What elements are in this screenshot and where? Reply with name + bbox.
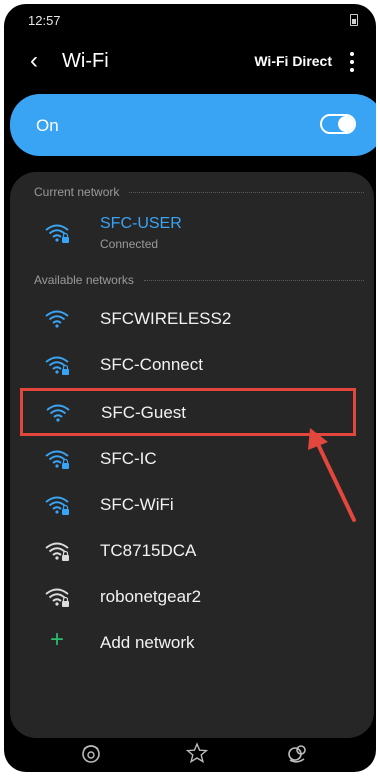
network-name: SFCWIRELESS2: [100, 309, 232, 328]
wifi-lock-icon: [45, 450, 69, 469]
network-name: robonetgear2: [100, 587, 202, 606]
network-name: SFC-Guest: [101, 403, 187, 422]
phone-screen: 12:57 ‹ Wi-Fi Wi-Fi Direct On Current ne…: [4, 4, 376, 772]
wifi-lock-icon: [45, 356, 69, 375]
current-network-row[interactable]: SFC-USER Connected: [26, 210, 362, 256]
network-name: SFC-WiFi: [100, 495, 174, 514]
wifi-toggle-card[interactable]: On: [10, 94, 376, 156]
add-network-label: Add network: [100, 633, 195, 652]
battery-icon: [350, 14, 358, 26]
wifi-lock-icon: [45, 496, 69, 515]
switch-knob: [338, 116, 354, 132]
network-name: SFC-IC: [100, 449, 157, 468]
network-name: SFC-Connect: [100, 355, 203, 374]
status-time: 12:57: [28, 13, 61, 28]
current-network-heading: Current network: [34, 184, 364, 200]
star-icon[interactable]: [186, 742, 208, 764]
toggle-label: On: [36, 116, 59, 135]
wifi-lock-icon: [45, 588, 69, 607]
current-network-status: Connected: [100, 237, 159, 251]
wifi-lock-icon: [45, 224, 69, 243]
app-bar: ‹ Wi-Fi Wi-Fi Direct: [4, 40, 376, 84]
annotation-arrow-icon: [308, 428, 356, 522]
navigation-bar: [4, 736, 376, 772]
wifi-icon: [45, 310, 69, 328]
plus-icon: +: [50, 626, 65, 653]
wifi-switch[interactable]: [320, 114, 356, 134]
network-row-robonetgear2[interactable]: robonetgear2: [26, 574, 362, 620]
available-networks-heading-text: Available networks: [34, 273, 134, 287]
back-icon[interactable]: ‹: [30, 49, 50, 74]
available-networks-heading: Available networks: [34, 272, 364, 288]
network-row-sfcwireless2[interactable]: SFCWIRELESS2: [26, 296, 362, 342]
network-row-sfc-connect[interactable]: SFC-Connect: [26, 342, 362, 388]
current-network-heading-text: Current network: [34, 185, 120, 199]
assistant-icon[interactable]: [286, 742, 308, 764]
current-network-name: SFC-USER: [100, 215, 182, 232]
add-network-row[interactable]: + Add network: [26, 620, 362, 666]
wifi-icon: [46, 404, 70, 422]
wifi-lock-icon: [45, 542, 69, 561]
recent-apps-icon[interactable]: [80, 742, 102, 764]
page-title: Wi-Fi: [62, 50, 109, 72]
more-options-icon[interactable]: [342, 48, 362, 76]
wifi-direct-button[interactable]: Wi-Fi Direct: [254, 53, 332, 69]
network-row-tc8715dca[interactable]: TC8715DCA: [26, 528, 362, 574]
network-name: TC8715DCA: [100, 541, 197, 560]
status-bar: 12:57: [4, 4, 376, 34]
